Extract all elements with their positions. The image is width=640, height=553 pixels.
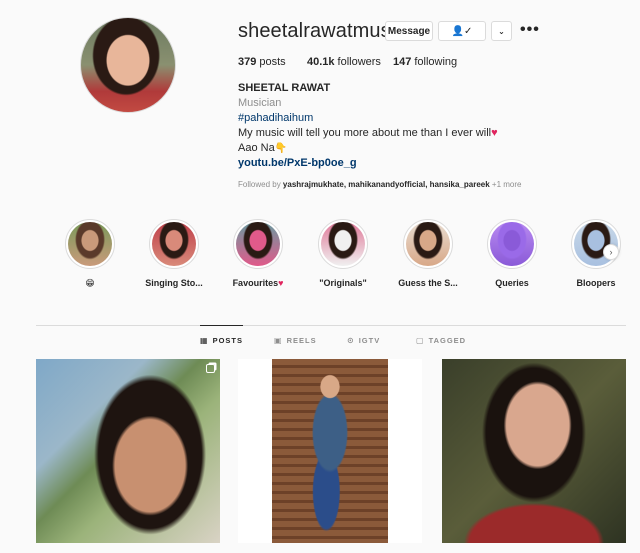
highlight-image: [490, 222, 534, 266]
followers-link[interactable]: 40.1k followers: [307, 56, 393, 68]
tab-igtv-label: IGTV: [358, 335, 381, 345]
highlight-label: Favourites♥: [232, 278, 284, 288]
tab-reels-label: REELS: [286, 335, 317, 345]
posts-grid: [36, 359, 626, 553]
highlight-cover: [403, 219, 453, 269]
bio-line-2: Aao Na👇: [238, 142, 288, 154]
profile-stats: 379 posts 40.1k followers 147 following: [238, 56, 457, 68]
highlight-label: Singing Sto...: [145, 278, 203, 288]
post-thumbnail[interactable]: [442, 359, 626, 543]
tab-igtv[interactable]: ⊙ IGTV: [347, 325, 380, 355]
highlight-item[interactable]: Guess the S...: [388, 219, 468, 288]
posts-count: 379 posts: [238, 56, 286, 68]
highlight-image: [406, 222, 450, 266]
bio-hashtag-link[interactable]: #pahadihaihum: [238, 112, 313, 124]
profile-username: sheetalrawatmusic: [238, 20, 406, 42]
highlight-image: [236, 222, 280, 266]
tagged-icon: ▢: [416, 335, 425, 345]
highlight-cover: [318, 219, 368, 269]
reels-icon: ▣: [274, 335, 283, 345]
highlight-label: Bloopers: [576, 278, 616, 288]
highlight-item[interactable]: 😁: [50, 219, 130, 289]
pointing-down-emoji-icon: 👇: [274, 143, 288, 154]
highlight-image: [152, 222, 196, 266]
highlight-image: [321, 222, 365, 266]
highlight-image: [68, 222, 112, 266]
highlight-item[interactable]: Bloopers: [556, 219, 636, 288]
highlight-item[interactable]: Singing Sto...: [134, 219, 214, 288]
message-button[interactable]: Message: [385, 21, 433, 41]
highlight-item[interactable]: "Originals": [303, 219, 383, 288]
followed-by-text[interactable]: Followed by yashrajmukhate, mahikanandyo…: [238, 180, 522, 189]
chevron-right-icon[interactable]: ›: [603, 244, 619, 260]
highlight-label: "Originals": [319, 278, 367, 288]
grid-icon: ▦: [200, 336, 209, 345]
tab-reels[interactable]: ▣ REELS: [274, 325, 317, 355]
tab-posts[interactable]: ▦ POSTS: [200, 325, 243, 355]
highlight-cover: [149, 219, 199, 269]
highlight-label: 😁: [85, 278, 95, 288]
post-thumbnail[interactable]: [36, 359, 220, 543]
bio-line-1: My music will tell you more about me tha…: [238, 127, 498, 139]
highlight-label: Guess the S...: [398, 278, 458, 288]
highlight-cover: [487, 219, 537, 269]
more-options-icon[interactable]: •••: [520, 22, 540, 38]
profile-avatar[interactable]: [80, 17, 176, 113]
heart-emoji-icon: ♥: [278, 278, 284, 288]
profile-category: Musician: [238, 97, 282, 109]
person-check-icon: 👤✓: [451, 25, 473, 37]
story-highlights: 😁 Singing Sto... Favourites♥ "Originals" Gue…: [36, 219, 626, 299]
tab-tagged-label: TAGGED: [428, 335, 467, 345]
chevron-down-icon: ⌄: [498, 26, 505, 36]
following-link[interactable]: 147 following: [393, 56, 457, 68]
highlight-item[interactable]: Favourites♥: [218, 219, 298, 288]
profile-tabs: ▦ POSTS ▣ REELS ⊙ IGTV ▢ TAGGED: [36, 325, 626, 355]
carousel-icon: [206, 364, 215, 373]
highlight-cover: [65, 219, 115, 269]
highlight-label: Queries: [495, 278, 529, 288]
profile-full-name: SHEETAL RAWAT: [238, 82, 331, 94]
tab-tagged[interactable]: ▢ TAGGED: [416, 325, 466, 355]
heart-emoji-icon: ♥: [491, 127, 498, 139]
suggested-dropdown-button[interactable]: ⌄: [491, 21, 512, 41]
highlight-item[interactable]: Queries: [472, 219, 552, 288]
following-button[interactable]: 👤✓: [438, 21, 486, 41]
post-thumbnail[interactable]: [238, 359, 422, 543]
tab-posts-label: POSTS: [212, 336, 243, 345]
highlight-cover: [233, 219, 283, 269]
bio-website-link[interactable]: youtu.be/PxE-bp0oe_g: [238, 157, 357, 169]
igtv-icon: ⊙: [347, 335, 355, 345]
